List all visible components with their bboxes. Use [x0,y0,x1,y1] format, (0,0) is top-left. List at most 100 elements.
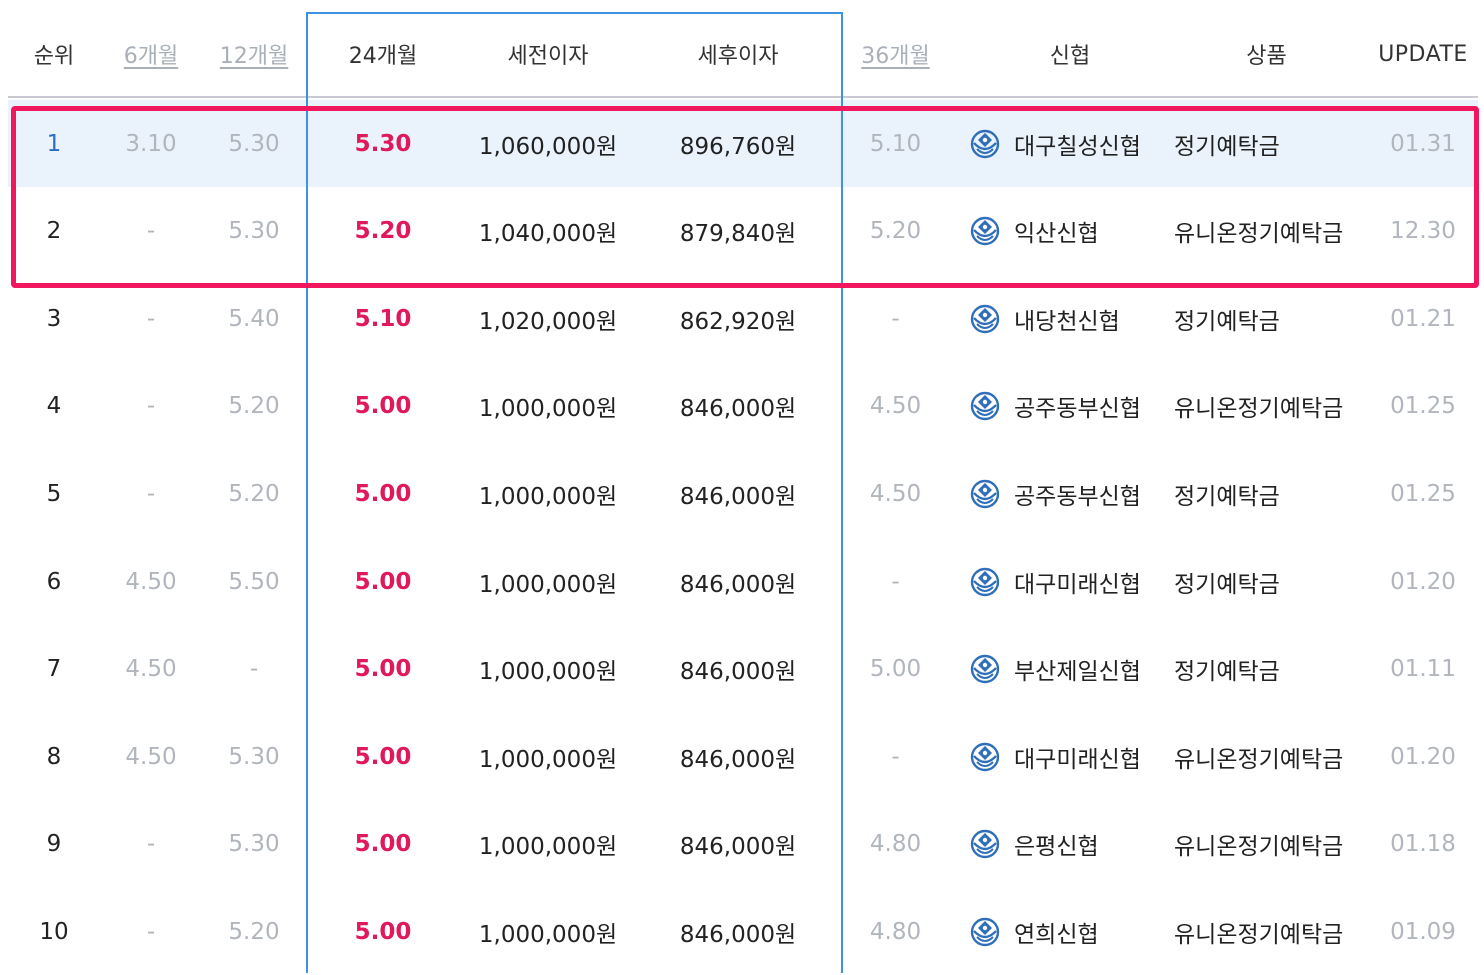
rate-6m-cell: - [146,831,156,858]
product-cell[interactable]: 정기예탁금 [1174,626,1359,713]
table-row[interactable]: 1 3.10 5.30 5.30 1,060,000원 896,760원 5.10 대구칠성신… [8,100,1478,187]
rate-12m-cell: 5.40 [228,305,280,332]
header-24-months: 24개월 [348,44,418,69]
pre-tax-interest-cell: 1,000,000원 [478,746,618,773]
header-product: 상품 [1246,44,1287,69]
rate-12m-cell: 5.20 [228,480,280,507]
rate-6m-cell: - [146,480,156,507]
pre-tax-interest-cell: 1,000,000원 [478,483,618,510]
bank-cell[interactable]: 공주동부신협 [970,450,1170,537]
post-tax-interest-cell: 896,760원 [679,133,797,160]
header-36-months-link[interactable]: 36개월 [853,10,938,98]
bank-cell[interactable]: 부산제일신협 [970,626,1170,713]
post-tax-interest-cell: 846,000원 [679,746,797,773]
pre-tax-interest-cell: 1,000,000원 [478,571,618,598]
rate-24m-cell: 5.00 [354,568,412,595]
rate-6m-cell: - [146,393,156,420]
bank-cell[interactable]: 대구미래신협 [970,713,1170,800]
product-cell[interactable]: 유니온정기예탁금 [1174,363,1359,450]
product-cell[interactable]: 정기예탁금 [1174,450,1359,537]
pre-tax-interest-cell: 1,000,000원 [478,396,618,423]
rate-36m-cell: - [891,568,900,595]
rate-12m-cell: - [249,656,259,683]
table-row[interactable]: 8 4.50 5.30 5.00 1,000,000원 846,000원 - 대구미래신협 유니… [8,713,1478,800]
rate-24m-cell: 5.10 [354,305,412,332]
table-row[interactable]: 6 4.50 5.50 5.00 1,000,000원 846,000원 - 대구미래신협 정기… [8,538,1478,625]
post-tax-interest-cell: 846,000원 [679,396,797,423]
rate-12m-cell: 5.30 [228,218,280,245]
table-row[interactable]: 7 4.50 - 5.00 1,000,000원 846,000원 5.00 부산제일신협 정기… [8,626,1478,713]
shinhyup-logo-icon [970,304,1000,334]
rank-cell: 10 [39,918,69,945]
table-row[interactable]: 3 - 5.40 5.10 1,020,000원 862,920원 - 내당천신협 정기예탁금 0… [8,275,1478,362]
header-rank: 순위 [33,44,75,69]
update-date-cell: 01.20 [1390,743,1456,770]
rate-12m-cell: 5.30 [228,743,280,770]
bank-cell[interactable]: 내당천신협 [970,275,1170,362]
rank-cell: 8 [46,743,62,770]
post-tax-interest-cell: 846,000원 [679,571,797,598]
table-row[interactable]: 5 - 5.20 5.00 1,000,000원 846,000원 4.50 공주동부신협 정기… [8,450,1478,537]
rank-cell: 1 [46,130,62,157]
header-6-months-link[interactable]: 6개월 [108,10,194,98]
pre-tax-interest-cell: 1,000,000원 [478,659,618,686]
table-row[interactable]: 9 - 5.30 5.00 1,000,000원 846,000원 4.80 은평신협 유니온정… [8,801,1478,888]
table-row[interactable]: 2 - 5.30 5.20 1,040,000원 879,840원 5.20 익산신협 유니온정… [8,188,1478,275]
update-date-cell: 01.18 [1390,831,1456,858]
rate-12m-cell: 5.20 [228,393,280,420]
bank-name: 연희신협 [1014,921,1099,948]
update-date-cell: 01.31 [1390,130,1456,157]
rate-36m-cell: 4.80 [869,831,922,858]
rate-36m-cell: 4.80 [869,918,922,945]
bank-cell[interactable]: 대구칠성신협 [970,100,1170,187]
update-date-cell: 12.30 [1390,218,1456,245]
rate-24m-cell: 5.30 [354,130,412,157]
product-cell[interactable]: 정기예탁금 [1174,100,1359,187]
rank-cell: 4 [46,393,62,420]
bank-cell[interactable]: 공주동부신협 [970,363,1170,450]
shinhyup-logo-icon [970,216,1000,246]
bank-name: 익산신협 [1014,221,1099,248]
product-cell[interactable]: 정기예탁금 [1174,538,1359,625]
header-pre-tax-interest: 세전이자 [507,44,589,69]
product-cell[interactable]: 유니온정기예탁금 [1174,801,1359,888]
rate-6m-cell: 3.10 [125,130,177,157]
rate-6m-cell: 4.50 [125,743,177,770]
shinhyup-logo-icon [970,567,1000,597]
shinhyup-logo-icon [970,479,1000,509]
rate-6m-cell: 4.50 [125,656,177,683]
bank-name: 내당천신협 [1014,308,1120,335]
table-row[interactable]: 10 - 5.20 5.00 1,000,000원 846,000원 4.80 연희신협 유니온… [8,888,1478,975]
rate-6m-cell: - [146,918,156,945]
bank-cell[interactable]: 익산신협 [970,188,1170,275]
product-cell[interactable]: 유니온정기예탁금 [1174,713,1359,800]
rate-36m-cell: 5.20 [869,218,922,245]
bank-name: 은평신협 [1014,834,1099,861]
rate-12m-cell: 5.30 [228,831,280,858]
shinhyup-logo-icon [970,917,1000,947]
bank-name: 대구미래신협 [1014,571,1141,598]
product-cell[interactable]: 유니온정기예탁금 [1174,888,1359,975]
bank-cell[interactable]: 연희신협 [970,888,1170,975]
shinhyup-logo-icon [970,129,1000,159]
bank-cell[interactable]: 대구미래신협 [970,538,1170,625]
header-12-months-link[interactable]: 12개월 [208,10,300,98]
rate-36m-cell: 4.50 [869,480,922,507]
header-bank: 신협 [1049,44,1091,69]
bank-name: 공주동부신협 [1014,396,1141,423]
bank-cell[interactable]: 은평신협 [970,801,1170,888]
post-tax-interest-cell: 846,000원 [679,483,797,510]
rate-36m-cell: - [891,305,900,332]
pre-tax-interest-cell: 1,000,000원 [478,921,618,948]
post-tax-interest-cell: 862,920원 [679,308,797,335]
table-row[interactable]: 4 - 5.20 5.00 1,000,000원 846,000원 4.50 공주동부신협 유니… [8,363,1478,450]
product-cell[interactable]: 유니온정기예탁금 [1174,188,1359,275]
bank-name: 부산제일신협 [1014,659,1141,686]
update-date-cell: 01.09 [1390,918,1456,945]
post-tax-interest-cell: 879,840원 [679,221,797,248]
pre-tax-interest-cell: 1,020,000원 [478,308,618,335]
shinhyup-logo-icon [970,742,1000,772]
rate-24m-cell: 5.00 [354,480,412,507]
product-cell[interactable]: 정기예탁금 [1174,275,1359,362]
rate-12m-cell: 5.30 [228,130,280,157]
